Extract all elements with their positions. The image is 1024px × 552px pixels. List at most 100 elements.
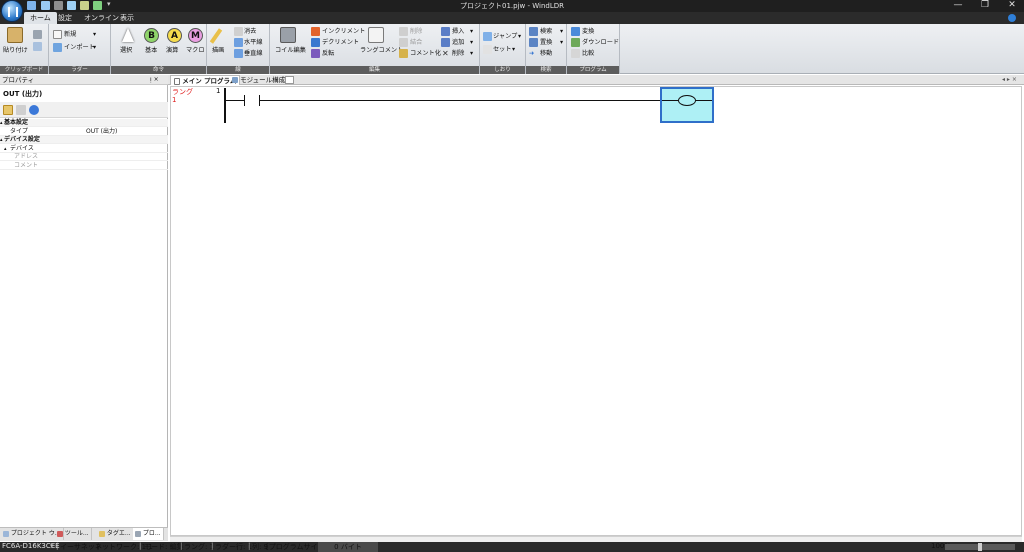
coil-edit-button[interactable]: コイル編集 [275,46,306,55]
restore-button[interactable]: ❐ [975,0,995,12]
new-file-icon[interactable] [67,1,76,10]
insert-icon[interactable] [441,27,450,36]
download-button[interactable]: ダウンロード [582,38,619,47]
jump-button[interactable]: ジャンプ [493,32,517,41]
remove-button[interactable]: 削除 [452,49,464,58]
basic-icon[interactable]: B [144,28,159,43]
vertical-line-button[interactable]: 垂直線 [244,49,263,58]
new-button[interactable]: 新規 [64,30,76,39]
collapse-icon[interactable]: ▴ [0,136,3,144]
import-dropdown-icon[interactable]: ▾ [93,43,96,52]
property-pages-icon[interactable] [29,105,39,115]
delete-line-button[interactable]: 消去 [244,27,256,36]
coil-symbol[interactable] [678,95,696,106]
new-dropdown-icon[interactable]: ▾ [93,30,96,39]
undo-icon[interactable] [41,1,50,10]
property-row[interactable]: コメント [0,162,168,170]
horizontal-line-button[interactable]: 水平線 [244,38,263,47]
close-button[interactable]: ✕ [1002,0,1022,12]
redo-icon[interactable] [54,1,63,10]
import-button[interactable]: インポート [64,43,95,52]
select-button[interactable]: 選択 [120,46,132,55]
horizontal-line-icon[interactable] [234,38,243,47]
tab-toolbox[interactable]: ツール... [55,528,92,540]
compare-icon[interactable] [571,49,580,58]
collapse-icon[interactable]: ▴ [4,145,7,153]
save-icon[interactable] [27,1,36,10]
draw-pencil-icon[interactable] [209,28,223,44]
comment-out-icon[interactable] [399,49,408,58]
insert-dropdown-icon[interactable]: ▾ [470,27,473,36]
erase-icon[interactable] [234,27,243,36]
macro-icon[interactable]: M [188,28,203,43]
tab-scroll-icons[interactable]: ◂ ▸ × [1002,75,1017,85]
add-icon[interactable] [441,38,450,47]
property-row[interactable]: ▴ デバイス [0,145,168,153]
rung-comment-button[interactable]: ラングコメント [360,46,403,55]
paste-button[interactable]: 貼り付け [3,46,28,55]
paste-icon[interactable] [7,27,23,43]
find-icon[interactable] [529,27,538,36]
invert-icon[interactable] [311,49,320,58]
jump-dropdown-icon[interactable]: ▾ [518,32,521,41]
copy-icon[interactable] [33,42,42,51]
tab-view[interactable]: 表示 [114,12,140,24]
replace-dropdown-icon[interactable]: ▾ [560,38,563,47]
decrement-button[interactable]: デクリメント [322,38,359,47]
bookmark-set-icon[interactable] [483,45,492,54]
set-dropdown-icon[interactable]: ▾ [512,45,515,54]
new-icon[interactable] [53,30,62,39]
property-category[interactable]: ▴ デバイス設定 [0,136,168,144]
monitor-icon[interactable] [93,1,102,10]
draw-button[interactable]: 描画 [212,46,224,55]
set-button[interactable]: セット [493,45,512,54]
ladder-editor[interactable] [170,86,1022,536]
select-icon[interactable] [122,28,134,42]
move-arrow-icon[interactable]: ➜ [529,49,534,58]
new-tab-icon[interactable] [285,76,294,84]
replace-button[interactable]: 置換 [540,38,552,47]
alphabetical-sort-icon[interactable] [16,105,26,115]
tab-properties[interactable]: プロ... [133,528,164,540]
remove-dropdown-icon[interactable]: ▾ [470,49,473,58]
convert-icon[interactable] [571,27,580,36]
cut-icon[interactable] [33,30,42,39]
decrement-icon[interactable] [311,38,320,47]
contact-left-bar[interactable] [244,95,245,106]
program-download-icon[interactable] [571,38,580,47]
tab-module-config[interactable]: モジュール構成 [229,75,288,85]
categorized-icon[interactable] [3,105,13,115]
convert-button[interactable]: 変換 [582,27,594,36]
download-icon[interactable] [80,1,89,10]
compare-button[interactable]: 比較 [582,49,594,58]
basic-button[interactable]: 基本 [145,46,157,55]
comment-out-button[interactable]: コメント化 [410,49,441,58]
jump-icon[interactable] [483,32,492,41]
plc-dropdown-icon[interactable]: ▾ [50,542,54,552]
find-button[interactable]: 検索 [540,27,552,36]
add-dropdown-icon[interactable]: ▾ [470,38,473,47]
replace-icon[interactable] [529,38,538,47]
invert-button[interactable]: 反転 [322,49,334,58]
help-icon[interactable] [1008,14,1016,22]
tab-tag-editor[interactable]: タグエ... [97,528,134,540]
zoom-slider-thumb[interactable] [978,543,982,551]
import-icon[interactable] [53,43,62,52]
panel-pin-close-icon[interactable]: ᴉ × [150,75,159,85]
increment-icon[interactable] [311,27,320,36]
property-category[interactable]: ▴ 基本設定 [0,119,168,127]
add-button[interactable]: 追加 [452,38,464,47]
calc-button[interactable]: 演算 [166,46,178,55]
application-menu-button[interactable] [1,0,23,22]
vertical-line-icon[interactable] [234,49,243,58]
calc-icon[interactable]: A [167,28,182,43]
minimize-button[interactable]: — [948,0,968,12]
macro-button[interactable]: マクロ [186,46,205,55]
collapse-icon[interactable]: ▴ [0,119,3,127]
property-row[interactable]: アドレス [0,153,168,161]
find-dropdown-icon[interactable]: ▾ [560,27,563,36]
customize-quick-access-icon[interactable]: ▾ [107,0,111,8]
remove-icon[interactable]: ✕ [442,49,449,58]
tab-settings[interactable]: 設定 [52,12,78,24]
move-button[interactable]: 移動 [540,49,552,58]
